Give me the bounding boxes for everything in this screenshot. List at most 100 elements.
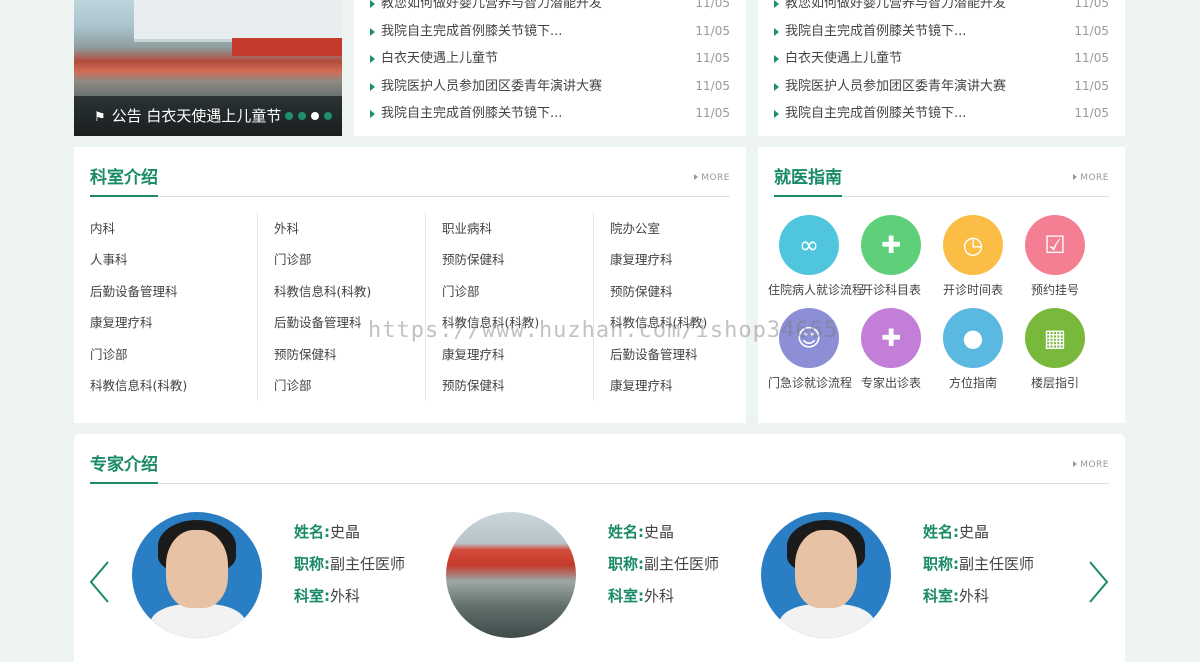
news-item[interactable]: 我院自主完成首例膝关节镜下... 11/05 [370, 18, 730, 46]
departments-title: 科室介绍 [90, 167, 158, 197]
guide-item[interactable]: ▦ 楼层指引 [1014, 304, 1096, 391]
department-link[interactable]: 内科 [90, 213, 257, 244]
news-title[interactable]: 我院医护人员参加团区委青年演讲大赛 [370, 73, 602, 101]
department-link[interactable]: 职业病科 [426, 213, 593, 244]
expert-photo[interactable] [446, 512, 576, 638]
calendar-check-icon: ☑ [1025, 215, 1085, 275]
news-item[interactable]: 我院自主完成首例膝关节镜下... 11/05 [774, 18, 1109, 46]
guide-item-label: 预约挂号 [1030, 283, 1079, 297]
department-link[interactable]: 康复理疗科 [594, 244, 762, 275]
department-link[interactable]: 康复理疗科 [594, 370, 762, 401]
expert-name-key: 姓名: [294, 523, 330, 541]
department-link[interactable]: 预防保健科 [258, 339, 425, 370]
expert-title: 副主任医师 [959, 555, 1035, 573]
department-link[interactable]: 康复理疗科 [90, 307, 257, 338]
department-link[interactable]: 门诊部 [258, 244, 425, 275]
department-link[interactable]: 门诊部 [426, 276, 593, 307]
expert-photo[interactable] [761, 512, 891, 638]
guide-item-label: 住院病人就诊流程 [768, 283, 865, 297]
department-link[interactable]: 门诊部 [258, 370, 425, 401]
department-link[interactable]: 人事科 [90, 244, 257, 275]
slider-dot[interactable] [298, 112, 306, 120]
news-list-right: 教您如何做好婴儿营养与智力潜能开发 11/05 我院自主完成首例膝关节镜下... 11… [758, 0, 1125, 136]
expert-dept: 外科 [959, 587, 990, 605]
department-link[interactable]: 科教信息科(科教) [594, 307, 762, 338]
expert-name-key: 姓名: [608, 523, 644, 541]
department-link[interactable]: 后勤设备管理科 [258, 307, 425, 338]
chevron-left-icon[interactable] [88, 560, 112, 604]
expert-photo[interactable] [132, 512, 262, 638]
guide-item-label: 开诊科目表 [860, 283, 921, 297]
slider-dot[interactable] [324, 112, 332, 120]
building-icon: ▦ [1025, 308, 1085, 368]
department-link[interactable]: 预防保健科 [426, 370, 593, 401]
expert-title-key: 职称: [608, 555, 644, 573]
expert-dept-row: 科室:外科 [294, 580, 405, 612]
guide-item[interactable]: ☑ 预约挂号 [1014, 211, 1096, 298]
news-slider[interactable]: ⚑ 公告 白衣天使遇上儿童节 [74, 0, 342, 136]
news-title[interactable]: 教您如何做好婴儿营养与智力潜能开发 [774, 0, 1006, 18]
medical-kit-icon: ✚ [861, 215, 921, 275]
news-title[interactable]: 我院医护人员参加团区委青年演讲大赛 [774, 73, 1006, 101]
department-link[interactable]: 科教信息科(科教) [426, 307, 593, 338]
news-title[interactable]: 白衣天使遇上儿童节 [370, 45, 498, 73]
department-link[interactable]: 后勤设备管理科 [90, 276, 257, 307]
experts-more-link[interactable]: MORE [1073, 460, 1109, 470]
guide-item-label: 开诊时间表 [942, 283, 1003, 297]
news-item[interactable]: 教您如何做好婴儿营养与智力潜能开发 11/05 [774, 0, 1109, 18]
news-date: 11/05 [1074, 0, 1109, 10]
department-link[interactable]: 预防保健科 [426, 244, 593, 275]
expert-title-key: 职称: [923, 555, 959, 573]
news-item[interactable]: 我院自主完成首例膝关节镜下... 11/05 [370, 100, 730, 128]
expert-card[interactable]: 姓名:史晶 职称:副主任医师 科室:外科 [761, 512, 1061, 642]
news-item[interactable]: 我院医护人员参加团区委青年演讲大赛 11/05 [774, 73, 1109, 101]
expert-card[interactable]: 姓名:史晶 职称:副主任医师 科室:外科 [446, 512, 746, 642]
departments-header: 科室介绍 MORE [90, 167, 730, 197]
news-item[interactable]: 白衣天使遇上儿童节 11/05 [774, 45, 1109, 73]
department-link[interactable]: 后勤设备管理科 [594, 339, 762, 370]
hospital-awning [134, 0, 342, 42]
guide-item[interactable]: ● 方位指南 [932, 304, 1014, 391]
guide-item[interactable]: ✚ 开诊科目表 [850, 211, 932, 298]
news-title[interactable]: 我院自主完成首例膝关节镜下... [370, 100, 562, 128]
department-link[interactable]: 科教信息科(科教) [258, 276, 425, 307]
expert-dept-row: 科室:外科 [923, 580, 1034, 612]
news-title[interactable]: 我院自主完成首例膝关节镜下... [774, 18, 966, 46]
news-title[interactable]: 我院自主完成首例膝关节镜下... [370, 18, 562, 46]
guide-item[interactable]: ∞ 住院病人就诊流程 [768, 211, 865, 298]
news-item[interactable]: 我院自主完成首例膝关节镜下... 11/05 [774, 100, 1109, 128]
expert-dept-key: 科室: [294, 587, 330, 605]
guide-item[interactable]: ✚ 专家出诊表 [850, 304, 932, 391]
chevron-right-icon[interactable] [1086, 560, 1110, 604]
news-title[interactable]: 白衣天使遇上儿童节 [774, 45, 902, 73]
guide-header: 就医指南 MORE [774, 167, 1109, 197]
guide-item[interactable]: ◷ 开诊时间表 [932, 211, 1014, 298]
news-title[interactable]: 教您如何做好婴儿营养与智力潜能开发 [370, 0, 602, 18]
guide-grid: ∞ 住院病人就诊流程 ✚ 开诊科目表 ◷ 开诊时间表 ☑ 预约挂号 ☺ 门急诊就诊流程 ✚ 专家出诊表… [768, 211, 1124, 391]
clock-icon: ◷ [943, 215, 1003, 275]
expert-title-row: 职称:副主任医师 [294, 548, 405, 580]
expert-name-row: 姓名:史晶 [294, 516, 405, 548]
department-link[interactable]: 科教信息科(科教) [90, 370, 257, 401]
slider-dot[interactable] [285, 112, 293, 120]
expert-card[interactable]: 姓名:史晶 职称:副主任医师 科室:外科 [132, 512, 432, 642]
guide-item[interactable]: ☺ 门急诊就诊流程 [768, 304, 852, 391]
news-item[interactable]: 教您如何做好婴儿营养与智力潜能开发 11/05 [370, 0, 730, 18]
portrait-face [795, 530, 857, 608]
news-item[interactable]: 白衣天使遇上儿童节 11/05 [370, 45, 730, 73]
departments-more-link[interactable]: MORE [694, 173, 730, 183]
news-title[interactable]: 我院自主完成首例膝关节镜下... [774, 100, 966, 128]
department-link[interactable]: 外科 [258, 213, 425, 244]
hospital-banner [232, 38, 342, 56]
news-date: 11/05 [1074, 51, 1109, 65]
department-column: 职业病科 预防保健科 门诊部 科教信息科(科教) 康复理疗科 预防保健科 [426, 213, 594, 401]
news-item[interactable]: 我院医护人员参加团区委青年演讲大赛 11/05 [370, 73, 730, 101]
news-date: 11/05 [695, 51, 730, 65]
slider-dot-active[interactable] [311, 112, 319, 120]
department-link[interactable]: 院办公室 [594, 213, 762, 244]
department-link[interactable]: 门诊部 [90, 339, 257, 370]
department-link[interactable]: 康复理疗科 [426, 339, 593, 370]
guide-more-link[interactable]: MORE [1073, 173, 1109, 183]
department-link[interactable]: 预防保健科 [594, 276, 762, 307]
location-pin-icon: ● [943, 308, 1003, 368]
